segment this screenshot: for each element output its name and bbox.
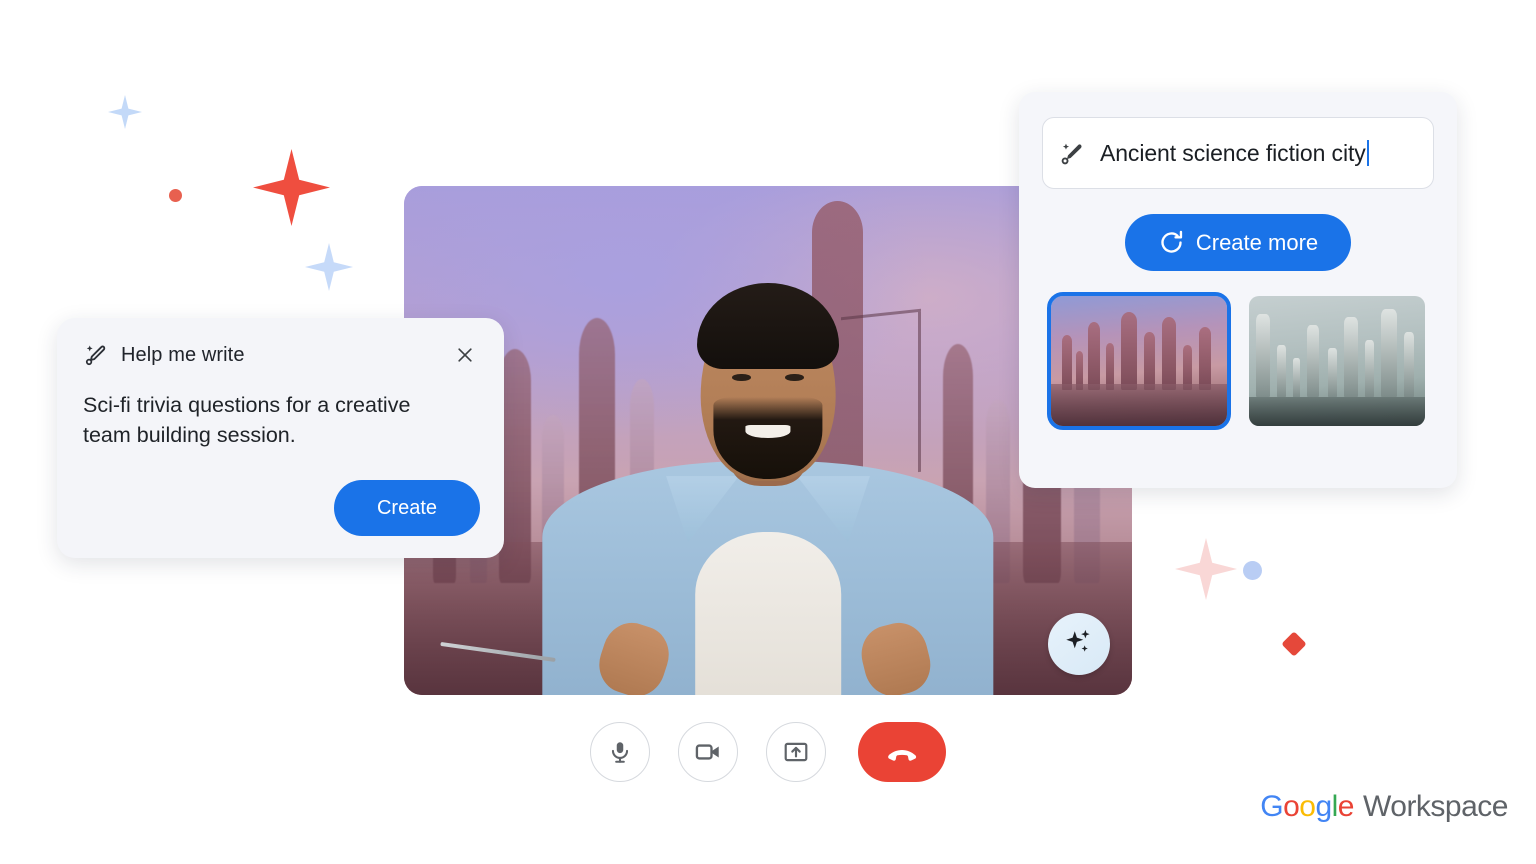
google-logo-letter: G	[1260, 790, 1284, 823]
present-screen-icon	[784, 742, 808, 762]
sparkle-blue-small	[108, 95, 142, 129]
text-cursor	[1366, 139, 1369, 166]
help-card-header: Help me write	[83, 342, 478, 368]
microphone-button[interactable]	[590, 722, 650, 782]
magic-pen-icon	[85, 345, 106, 366]
help-card-prompt-text: Sci-fi trivia questions for a creative t…	[83, 393, 411, 447]
google-logo-letter: o	[1299, 790, 1316, 823]
dot-red-small	[169, 189, 182, 202]
google-wordmark: Google	[1260, 790, 1354, 824]
generated-image-thumbnail[interactable]	[1047, 292, 1231, 430]
help-me-write-card: Help me write Sci-fi trivia questions fo…	[57, 318, 504, 558]
dot-blue-small	[1243, 561, 1262, 580]
end-call-button[interactable]	[858, 722, 946, 782]
video-camera-icon	[695, 744, 719, 760]
sparkle-blue-medium	[305, 243, 353, 291]
generated-image-thumbnail[interactable]	[1249, 296, 1425, 426]
present-button[interactable]	[766, 722, 826, 782]
sparkle-icon	[1066, 629, 1090, 652]
close-icon[interactable]	[452, 342, 478, 368]
sparkle-red-large	[253, 149, 330, 226]
refresh-icon	[1161, 230, 1182, 253]
workspace-wordmark: Workspace	[1362, 790, 1509, 823]
microphone-icon	[611, 742, 629, 763]
prompt-input-field[interactable]: Ancient science fiction city	[1042, 117, 1434, 189]
generated-image-results	[1042, 292, 1434, 430]
prompt-text-value: Ancient science fiction city	[1100, 139, 1369, 167]
screenshot-root: Help me write Sci-fi trivia questions fo…	[0, 0, 1536, 864]
participant-tshirt	[695, 532, 841, 695]
google-logo-letter: g	[1315, 790, 1332, 823]
ai-sparkle-button[interactable]	[1048, 613, 1110, 675]
participant-pen	[440, 642, 557, 663]
create-button[interactable]: Create	[334, 480, 480, 536]
camera-button[interactable]	[678, 722, 738, 782]
image-generation-panel: Ancient science fiction city Create more	[1019, 92, 1457, 488]
google-logo-letter: e	[1337, 790, 1355, 823]
create-more-button[interactable]: Create more	[1125, 214, 1351, 271]
create-more-label: Create more	[1195, 229, 1319, 255]
diamond-red-small	[1281, 631, 1307, 657]
sparkle-pink-large	[1175, 538, 1237, 600]
google-workspace-logo: Google Workspace	[1260, 790, 1508, 824]
magic-pen-icon	[1061, 143, 1082, 164]
participant-hair	[697, 282, 839, 370]
google-logo-letter: o	[1283, 790, 1300, 823]
help-card-title: Help me write	[121, 343, 245, 366]
meeting-controls-bar	[0, 722, 1536, 782]
phone-hangup-icon	[888, 749, 917, 761]
close-x-icon	[458, 348, 472, 362]
prompt-value: Ancient science fiction city	[1100, 139, 1366, 166]
